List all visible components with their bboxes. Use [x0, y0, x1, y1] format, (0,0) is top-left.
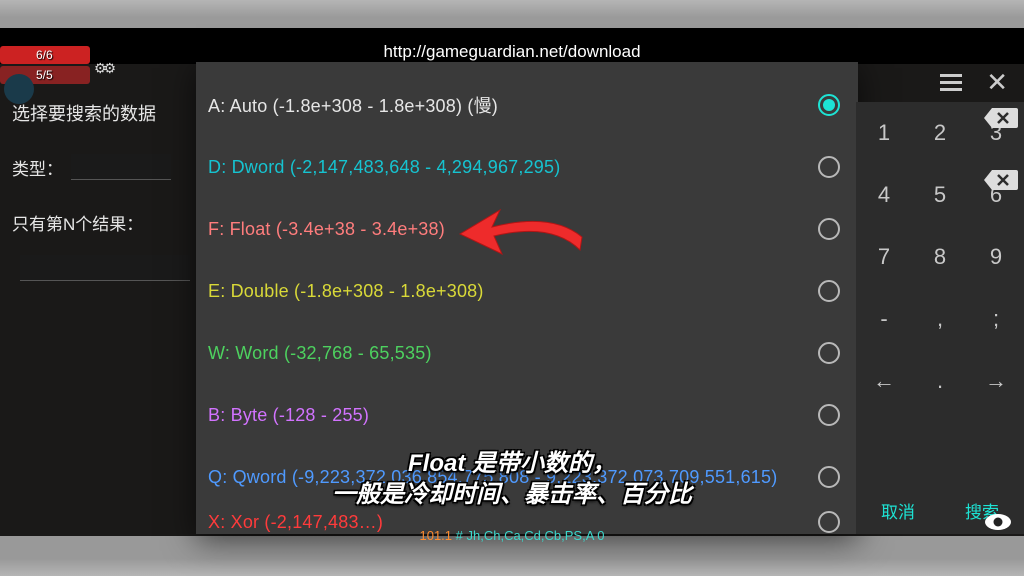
- type-option[interactable]: F: Float (-3.4e+38 - 3.4e+38): [208, 198, 840, 260]
- keypad-key[interactable]: 2: [912, 102, 968, 164]
- type-option[interactable]: W: Word (-32,768 - 65,535): [208, 322, 840, 384]
- subtitle-overlay: Float 是带小数的， 一般是冷却时间、暴击率、百分比: [332, 448, 692, 510]
- type-option[interactable]: D: Dword (-2,147,483,648 - 4,294,967,295…: [208, 136, 840, 198]
- type-option[interactable]: B: Byte (-128 - 255): [208, 384, 840, 446]
- keypad: 123456789-,;←.→: [856, 102, 1024, 486]
- close-icon[interactable]: ✕: [986, 67, 1008, 98]
- hp-indicator: 6/6 5/5: [0, 46, 90, 92]
- type-option-label: W: Word (-32,768 - 65,535): [208, 343, 432, 364]
- status-value: 101.1: [419, 528, 452, 543]
- visibility-icon[interactable]: [984, 512, 1012, 532]
- backspace-icon[interactable]: [982, 106, 1018, 135]
- keypad-key[interactable]: 1: [856, 102, 912, 164]
- keypad-key[interactable]: 4: [856, 164, 912, 226]
- type-option-label: F: Float (-3.4e+38 - 3.4e+38): [208, 219, 445, 240]
- radio-icon[interactable]: [818, 156, 840, 178]
- arrow-right-key[interactable]: →: [968, 350, 1024, 412]
- radio-icon[interactable]: [818, 342, 840, 364]
- hp-value-2: 5/5: [36, 68, 53, 82]
- keypad-key[interactable]: -: [856, 288, 912, 350]
- type-label: 类型：: [12, 155, 63, 180]
- cancel-button[interactable]: 取消: [856, 486, 940, 534]
- keypad-key[interactable]: ,: [912, 288, 968, 350]
- keypad-key[interactable]: 5: [912, 164, 968, 226]
- type-option[interactable]: E: Double (-1.8e+308 - 1.8e+308): [208, 260, 840, 322]
- keypad-key[interactable]: .: [912, 350, 968, 412]
- subtitle-line-1: Float 是带小数的，: [332, 448, 692, 479]
- keypad-key[interactable]: 9: [968, 226, 1024, 288]
- menu-icon[interactable]: [940, 74, 962, 91]
- settings-icon[interactable]: ⚙⚙: [94, 60, 113, 77]
- type-input[interactable]: [71, 154, 171, 180]
- radio-icon[interactable]: [818, 280, 840, 302]
- type-option-label: A: Auto (-1.8e+308 - 1.8e+308) (慢): [208, 92, 498, 118]
- type-option-label: B: Byte (-128 - 255): [208, 405, 369, 426]
- search-panel: 选择要搜索的数据 类型： 只有第N个结果：: [12, 100, 198, 281]
- type-option-label: X: Xor (-2,147,483…): [208, 512, 383, 533]
- url-label: http://gameguardian.net/download: [383, 42, 640, 62]
- player-avatar: [4, 74, 34, 104]
- status-regions: # Jh,Ch,Ca,Cd,Cb,PS,A 0: [452, 528, 604, 543]
- keypad-key[interactable]: 7: [856, 226, 912, 288]
- panel-title: 选择要搜索的数据: [12, 100, 198, 126]
- type-option-label: D: Dword (-2,147,483,648 - 4,294,967,295…: [208, 157, 560, 178]
- subtitle-line-2: 一般是冷却时间、暴击率、百分比: [332, 479, 692, 510]
- backspace-icon[interactable]: [982, 168, 1018, 197]
- type-option-label: E: Double (-1.8e+308 - 1.8e+308): [208, 281, 484, 302]
- nth-result-label: 只有第N个结果：: [12, 210, 143, 235]
- radio-icon[interactable]: [818, 511, 840, 533]
- radio-icon[interactable]: [818, 94, 840, 116]
- radio-icon[interactable]: [818, 466, 840, 488]
- nth-result-input[interactable]: [20, 255, 190, 281]
- keypad-key[interactable]: 8: [912, 226, 968, 288]
- type-option[interactable]: A: Auto (-1.8e+308 - 1.8e+308) (慢): [208, 74, 840, 136]
- status-line: 101.1 # Jh,Ch,Ca,Cd,Cb,PS,A 0: [419, 528, 604, 543]
- arrow-left-key[interactable]: ←: [856, 350, 912, 412]
- hp-value-1: 6/6: [36, 48, 53, 62]
- radio-icon[interactable]: [818, 218, 840, 240]
- keypad-key[interactable]: ;: [968, 288, 1024, 350]
- radio-icon[interactable]: [818, 404, 840, 426]
